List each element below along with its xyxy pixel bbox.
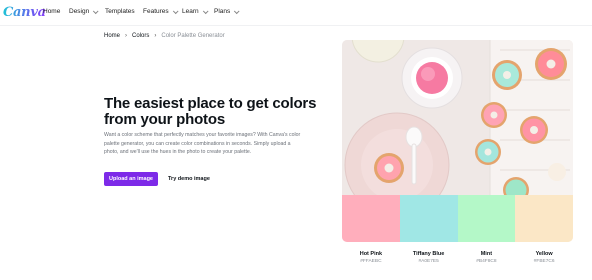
chevron-down-icon xyxy=(202,7,209,14)
nav-item-design[interactable]: Design xyxy=(69,7,99,15)
color-hex[interactable]: #FFAEBC xyxy=(342,259,400,264)
nav-label: Design xyxy=(69,8,90,15)
color-hex[interactable]: #B4F8C8 xyxy=(458,259,516,264)
palette-swatches xyxy=(342,195,573,242)
swatch-mint[interactable] xyxy=(457,195,516,242)
palette-label: Tiffany Blue #A0E7E5 xyxy=(400,251,458,264)
chevron-down-icon xyxy=(172,7,179,14)
top-nav: Canva Home Design Templates Features Lea… xyxy=(0,0,592,26)
donuts-photo xyxy=(342,40,573,195)
color-name: Hot Pink xyxy=(359,251,383,257)
page-title: The easiest place to get colors from you… xyxy=(104,95,317,128)
palette-label: Mint #B4F8C8 xyxy=(458,251,516,264)
nav-label: Home xyxy=(43,8,61,15)
color-hex[interactable]: #FBE7C6 xyxy=(515,259,573,264)
try-demo-image-button[interactable]: Try demo image xyxy=(168,172,210,186)
palette-labels: Hot Pink #FFAEBC Tiffany Blue #A0E7E5 Mi… xyxy=(342,251,573,264)
swatch-yellow[interactable] xyxy=(515,195,573,242)
nav-item-templates[interactable]: Templates xyxy=(105,8,135,15)
color-hex[interactable]: #A0E7E5 xyxy=(400,259,458,264)
breadcrumb-separator-icon: › xyxy=(125,33,128,39)
hero-description: Want a color scheme that perfectly match… xyxy=(104,132,301,156)
breadcrumb-current: Color Palette Generator xyxy=(161,33,225,39)
color-name: Tiffany Blue xyxy=(412,251,445,257)
nav-label: Plans xyxy=(214,8,231,15)
swatch-tiffany-blue[interactable] xyxy=(399,195,458,242)
upload-image-button[interactable]: Upload an image xyxy=(104,172,158,186)
nav-item-learn[interactable]: Learn xyxy=(182,7,209,15)
palette-card xyxy=(342,40,573,242)
breadcrumb-separator-icon: › xyxy=(154,33,157,39)
breadcrumb: Home › Colors › Color Palette Generator xyxy=(104,33,225,39)
chevron-down-icon xyxy=(93,7,99,14)
breadcrumb-colors[interactable]: Colors xyxy=(132,33,149,39)
palette-label: Yellow #FBE7C6 xyxy=(515,251,573,264)
swatch-hot-pink[interactable] xyxy=(342,195,400,242)
nav-item-home[interactable]: Home xyxy=(43,8,60,15)
color-name: Yellow xyxy=(535,251,553,257)
canva-logo[interactable]: Canva xyxy=(3,5,46,20)
palette-label: Hot Pink #FFAEBC xyxy=(342,251,400,264)
color-name: Mint xyxy=(480,251,493,257)
nav-label: Learn xyxy=(182,8,199,15)
nav-label: Templates xyxy=(105,8,135,15)
breadcrumb-home[interactable]: Home xyxy=(104,33,120,39)
chevron-down-icon xyxy=(234,7,240,14)
nav-item-features[interactable]: Features xyxy=(143,7,179,15)
nav-label: Features xyxy=(143,8,169,15)
nav-item-plans[interactable]: Plans xyxy=(214,7,240,15)
